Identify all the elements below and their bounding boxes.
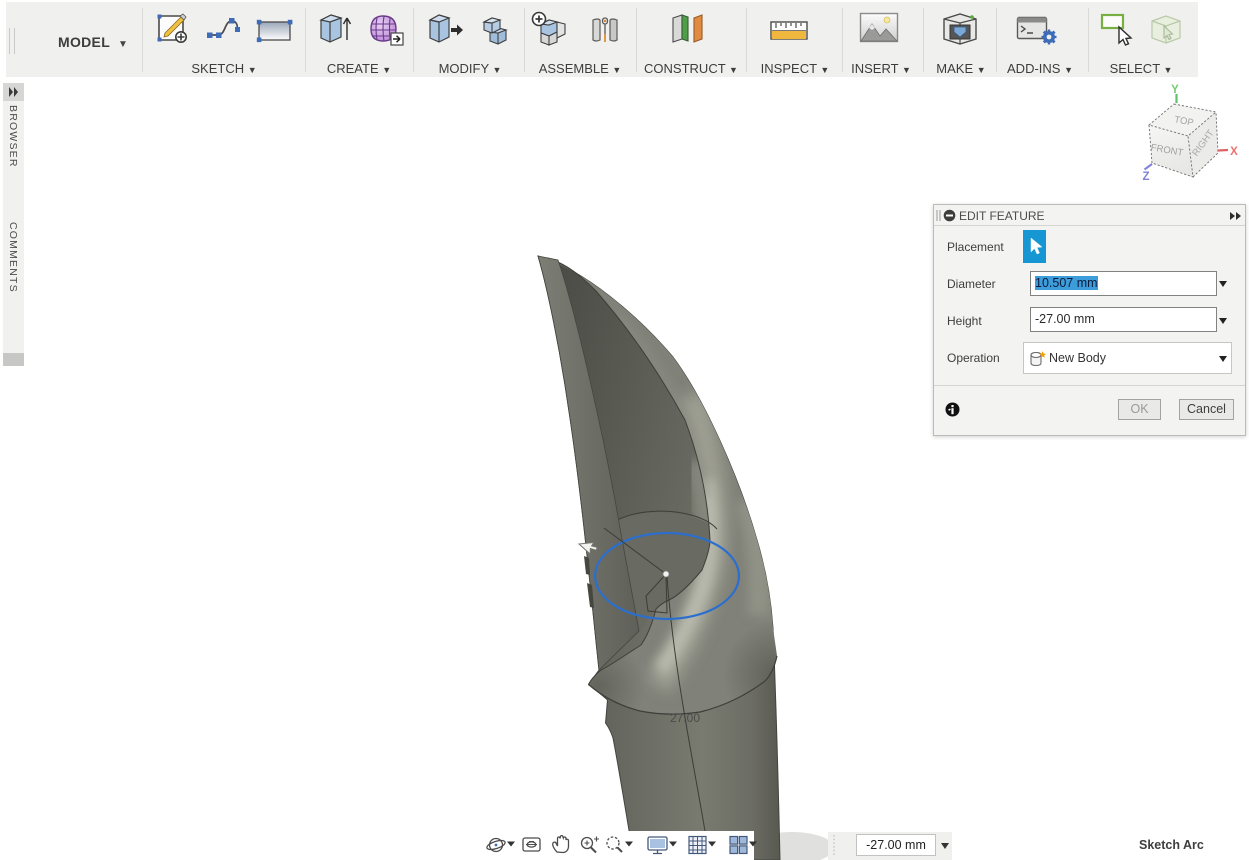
svg-text:X: X (1230, 146, 1238, 158)
svg-text:Y: Y (1171, 84, 1179, 96)
svg-text:Z: Z (1142, 171, 1149, 183)
svg-text:27.00: 27.00 (670, 711, 700, 725)
